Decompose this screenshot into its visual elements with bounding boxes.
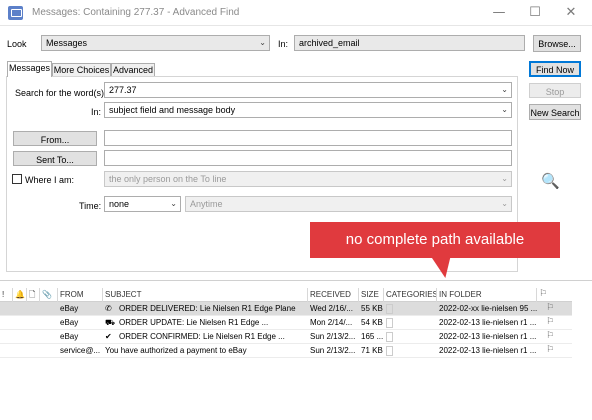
divider — [0, 280, 592, 281]
column-flag-icon[interactable]: ⚐ — [537, 288, 572, 302]
category-box[interactable] — [386, 332, 393, 342]
maximize-button[interactable]: ☐ — [520, 2, 550, 24]
chevron-down-icon: ⌄ — [501, 105, 508, 114]
search-in-dropdown[interactable]: subject field and message body ⌄ — [104, 102, 512, 118]
vertical-scrollbar[interactable] — [573, 288, 592, 420]
minimize-button[interactable]: — — [484, 2, 514, 24]
row-folder: 2022-02-13 lie-nielsen r1 ... — [439, 318, 537, 327]
time-value: none — [109, 199, 130, 209]
in-folder-field[interactable]: archived_email — [294, 35, 525, 51]
column-subject[interactable]: SUBJECT — [103, 288, 308, 302]
column-categories[interactable]: CATEGORIES — [384, 288, 437, 302]
tab-advanced[interactable]: Advanced — [111, 63, 155, 77]
row-subject: ORDER UPDATE: Lie Nielsen R1 Edge ... — [119, 318, 269, 327]
category-box[interactable] — [386, 318, 393, 328]
look-value: Messages — [46, 38, 88, 48]
column-received[interactable]: RECEIVED — [308, 288, 359, 302]
flag-icon[interactable]: ⚐ — [544, 316, 564, 330]
flag-icon[interactable]: ⚐ — [544, 302, 564, 316]
table-row[interactable]: service@... You have authorized a paymen… — [0, 344, 572, 358]
where-i-am-label: Where I am: — [25, 175, 75, 185]
look-dropdown[interactable]: Messages ⌄ — [41, 35, 270, 51]
truck-icon: ⛟ — [105, 318, 116, 327]
in-folder-label: In: — [278, 39, 289, 49]
row-subject: You have authorized a payment to eBay — [105, 346, 247, 355]
time-range-value: Anytime — [190, 199, 223, 209]
sent-to-button[interactable]: Sent To... — [13, 151, 97, 166]
row-from: eBay — [60, 332, 79, 341]
row-received: Sun 2/13/2... — [310, 346, 356, 355]
category-box[interactable] — [386, 304, 393, 314]
chevron-down-icon: ⌄ — [501, 85, 508, 94]
annotation-callout: no complete path available — [310, 222, 560, 258]
divider — [13, 192, 513, 193]
row-from: service@... — [60, 346, 101, 355]
search-in-label: In: — [91, 107, 102, 117]
row-size: 165 ... — [361, 332, 384, 341]
sent-to-input[interactable] — [104, 150, 512, 166]
chevron-down-icon: ⌄ — [501, 174, 508, 183]
chevron-down-icon: ⌄ — [259, 38, 266, 47]
column-reminder-icon[interactable]: 🔔 — [13, 288, 27, 302]
row-size: 71 KB — [361, 346, 383, 355]
row-from: eBay — [60, 318, 79, 327]
delivered-icon: ✆ — [105, 304, 112, 313]
search-in-value: subject field and message body — [109, 105, 236, 115]
stop-button[interactable]: Stop — [529, 83, 581, 98]
table-row[interactable]: eBay ✔ ORDER CONFIRMED: Lie Nielsen R1 E… — [0, 330, 572, 344]
category-box[interactable] — [386, 346, 393, 356]
row-folder: 2022-02-xx lie-nielsen 95 ... — [439, 304, 537, 313]
column-in-folder[interactable]: IN FOLDER — [437, 288, 537, 302]
where-i-am-value: the only person on the To line — [109, 174, 227, 184]
table-row[interactable]: eBay ✆ ORDER DELIVERED: Lie Nielsen R1 E… — [0, 302, 572, 316]
row-received: Sun 2/13/2... — [310, 332, 356, 341]
column-from[interactable]: FROM — [58, 288, 103, 302]
column-size[interactable]: SIZE — [359, 288, 384, 302]
from-button[interactable]: From... — [13, 131, 97, 146]
row-subject: ORDER CONFIRMED: Lie Nielsen R1 Edge ... — [119, 332, 285, 341]
time-label: Time: — [79, 201, 102, 211]
where-i-am-checkbox[interactable] — [12, 174, 22, 184]
results-table-header: ! 🔔 🗋 📎 FROM SUBJECT RECEIVED SIZE CATEG… — [0, 288, 572, 302]
search-words-input[interactable]: 277.37 ⌄ — [104, 82, 512, 98]
where-i-am-dropdown[interactable]: the only person on the To line ⌄ — [104, 171, 512, 187]
close-button[interactable]: ✕ — [556, 2, 586, 24]
row-folder: 2022-02-13 lie-nielsen r1 ... — [439, 346, 537, 355]
row-size: 55 KB — [361, 304, 383, 313]
browse-button[interactable]: Browse... — [533, 35, 581, 52]
chevron-down-icon: ⌄ — [501, 199, 508, 208]
column-attachment-icon[interactable]: 📎 — [40, 288, 58, 302]
find-now-button[interactable]: Find Now — [529, 61, 581, 77]
row-folder: 2022-02-13 lie-nielsen r1 ... — [439, 332, 537, 341]
tab-messages[interactable]: Messages — [7, 61, 52, 77]
search-words-label: Search for the word(s): — [15, 88, 107, 98]
look-label: Look — [7, 39, 27, 49]
row-received: Wed 2/16/... — [310, 304, 353, 313]
flag-icon[interactable]: ⚐ — [544, 330, 564, 344]
outlook-app-icon — [8, 6, 23, 20]
table-row[interactable]: eBay ⛟ ORDER UPDATE: Lie Nielsen R1 Edge… — [0, 316, 572, 330]
time-dropdown[interactable]: none ⌄ — [104, 196, 181, 212]
flag-icon[interactable]: ⚐ — [544, 344, 564, 358]
row-subject: ORDER DELIVERED: Lie Nielsen R1 Edge Pla… — [119, 304, 296, 313]
column-type-icon[interactable]: 🗋 — [27, 288, 40, 302]
tab-more-choices[interactable]: More Choices — [52, 63, 111, 77]
from-input[interactable] — [104, 130, 512, 146]
checkmark-icon: ✔ — [105, 332, 112, 341]
time-range-dropdown[interactable]: Anytime ⌄ — [185, 196, 512, 212]
divider — [13, 124, 513, 125]
row-received: Mon 2/14/... — [310, 318, 353, 327]
window-title: Messages: Containing 277.37 - Advanced F… — [32, 7, 240, 18]
new-search-button[interactable]: New Search — [529, 104, 581, 120]
row-from: eBay — [60, 304, 79, 313]
search-words-value: 277.37 — [109, 85, 137, 95]
row-size: 54 KB — [361, 318, 383, 327]
magnifier-search-icon: 🔍 — [541, 172, 560, 190]
chevron-down-icon: ⌄ — [170, 199, 177, 208]
column-importance[interactable]: ! — [0, 288, 13, 302]
